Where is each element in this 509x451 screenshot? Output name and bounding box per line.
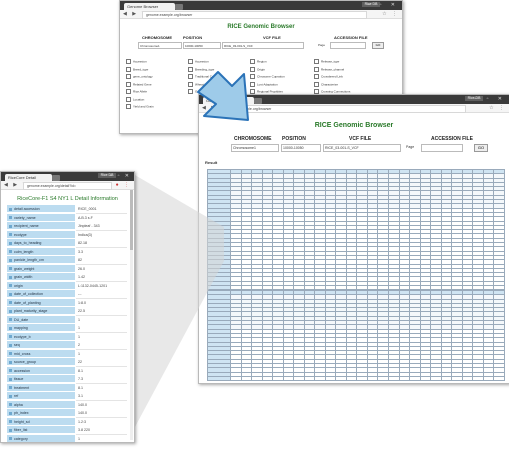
address-bar: ◀ ▶ ↻ genome.example.org/detail?id= ● ⋮ (1, 181, 134, 190)
row-bullet-icon (8, 335, 12, 338)
detail-row: alpha 140.0 (7, 400, 127, 410)
detail-key: days_to_heading (7, 239, 75, 248)
titlebar: RiceCore Detail Rice DB – ▫ ✕ (1, 172, 134, 181)
row-bullet-icon (8, 318, 12, 321)
detail-key: treatment (7, 383, 75, 392)
row-bullet-icon (8, 292, 12, 296)
detail-key: source_group (7, 358, 75, 367)
detail-row: variety_name A.B.3 s.F (7, 213, 127, 223)
detail-key: mid_cross (7, 349, 75, 358)
detail-key: mapping (7, 324, 75, 333)
row-bullet-icon (8, 411, 12, 415)
detail-row: tissue 7.3 (7, 375, 127, 385)
detail-key: tissue (7, 375, 75, 384)
row-bullet-icon (8, 207, 12, 211)
detail-window: RiceCore Detail Rice DB – ▫ ✕ ◀ ▶ ↻ geno… (0, 171, 135, 443)
detail-row: seq 2 (7, 341, 127, 351)
detail-title: RiceCore-F1 S4 NY1 L Detail Information (17, 196, 118, 202)
detail-key: seq (7, 341, 75, 350)
detail-row: panicle_length_cm 82 (7, 256, 127, 266)
detail-row: ecotype_b 1 (7, 332, 127, 342)
row-bullet-icon (8, 258, 12, 262)
detail-key: variety_name (7, 213, 75, 222)
detail-row: category 1 (7, 434, 127, 442)
row-bullet-icon (8, 250, 12, 253)
detail-key: ref (7, 392, 75, 401)
row-bullet-icon (8, 420, 12, 423)
detail-key: recipient_name (7, 222, 75, 231)
detail-key: origin (7, 281, 75, 290)
detail-key: plant_maturity_stage (7, 307, 75, 316)
detail-key: fiber_list (7, 426, 75, 435)
row-bullet-icon (8, 352, 12, 355)
detail-row: height_sd 1.2:3 (7, 417, 127, 427)
row-bullet-icon (8, 369, 12, 372)
detail-row: date_of_collection --- (7, 290, 127, 300)
row-bullet-icon (8, 403, 12, 406)
detail-row: recipient_name Jinpleaf - 343 (7, 222, 127, 232)
detail-key: accession (7, 366, 75, 375)
detail-key: culm_length (7, 247, 75, 256)
detail-row: culm_length 3.3 (7, 247, 127, 257)
detail-row: date_of_planting 1:8.0 (7, 298, 127, 308)
row-bullet-icon (8, 428, 12, 432)
detail-row: ecotype Indica(3) (7, 230, 127, 240)
row-bullet-icon (8, 301, 12, 304)
detail-row: origin L:1132-0445-1201 (7, 281, 127, 291)
row-bullet-icon (8, 267, 12, 270)
row-bullet-icon (8, 360, 12, 364)
browser-tab[interactable]: RiceCore Detail (5, 174, 52, 181)
scroll-thumb[interactable] (130, 190, 133, 250)
detail-row: ref 3.1 (7, 392, 127, 402)
row-bullet-icon (8, 343, 12, 347)
detail-row: grain_weight 26.0 (7, 264, 127, 274)
detail-row: days_to_heading 82.18 (7, 239, 127, 249)
detail-key: alpha (7, 400, 75, 409)
detail-row: mapping 1 (7, 324, 127, 334)
row-bullet-icon (8, 224, 12, 228)
detail-row: DU_date 1 (7, 315, 127, 325)
detail-row: ph_index 140.0 (7, 409, 127, 419)
detail-key: panicle_length_cm (7, 256, 75, 265)
row-bullet-icon (8, 216, 12, 219)
detail-key: date_of_planting (7, 298, 75, 307)
detail-key: ph_index (7, 409, 75, 418)
row-bullet-icon (8, 275, 12, 279)
menu-icon[interactable]: ● ⋮ (116, 182, 131, 188)
detail-key: ecotype (7, 230, 75, 239)
detail-row: accession 8.1 (7, 366, 127, 376)
detail-row: mid_cross 1 (7, 349, 127, 359)
detail-key: category (7, 434, 75, 442)
scrollbar[interactable] (130, 190, 133, 440)
row-bullet-icon (8, 386, 12, 389)
detail-row: treatment 8.1 (7, 383, 127, 393)
url-input[interactable]: genome.example.org/detail?id= (23, 182, 112, 190)
detail-key: detail accession (7, 205, 75, 214)
row-bullet-icon (8, 284, 12, 287)
detail-key: date_of_collection (7, 290, 75, 299)
detail-key: ecotype_b (7, 332, 75, 341)
row-bullet-icon (8, 241, 12, 245)
detail-row: fiber_list 3.8 220 (7, 426, 127, 436)
row-bullet-icon (8, 394, 12, 398)
row-bullet-icon (8, 309, 12, 313)
row-bullet-icon (8, 377, 12, 381)
detail-row: source_group 22 (7, 358, 127, 368)
detail-key: grain_width (7, 273, 75, 282)
row-bullet-icon (8, 233, 12, 236)
row-bullet-icon (8, 437, 12, 440)
detail-key: height_sd (7, 417, 75, 426)
detail-row: plant_maturity_stage 22.5 (7, 307, 127, 317)
detail-row: grain_width 1.42 (7, 273, 127, 283)
detail-value: 1 (76, 434, 127, 442)
detail-key: DU_date (7, 315, 75, 324)
detail-key: grain_weight (7, 264, 75, 273)
window-controls[interactable]: – ▫ ✕ (109, 173, 131, 179)
detail-row: detail accession RICE_0001 (7, 205, 127, 215)
row-bullet-icon (8, 326, 12, 330)
